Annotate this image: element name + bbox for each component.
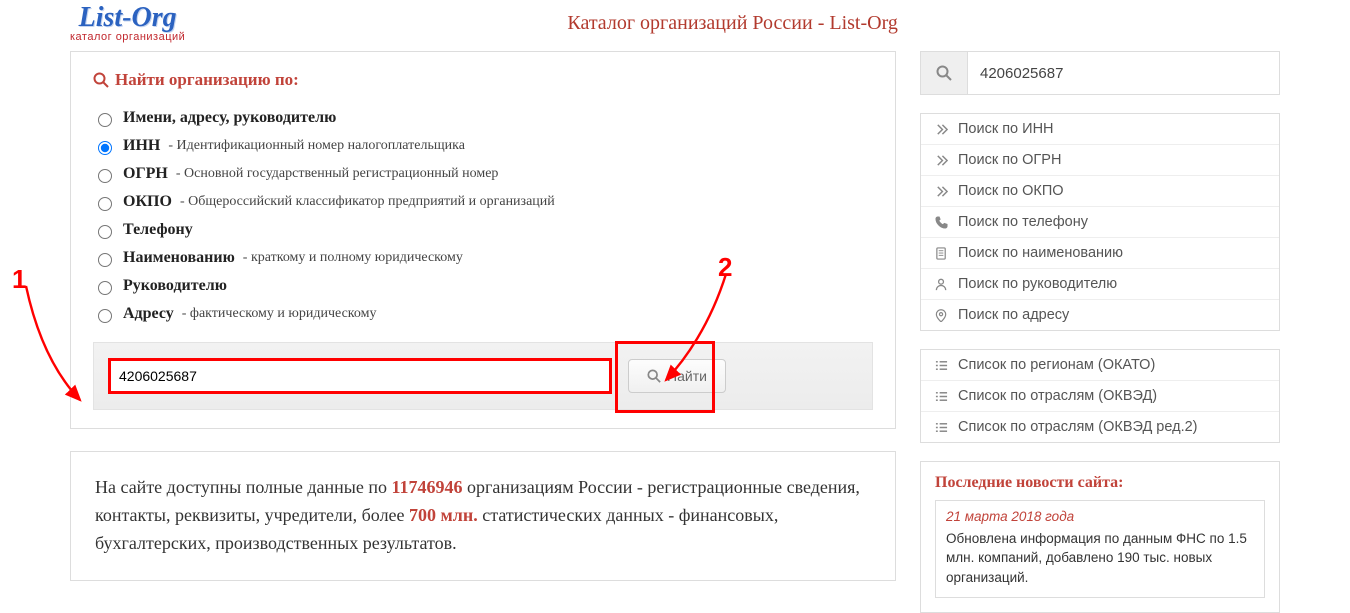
search-option-label: Адресу: [123, 305, 174, 323]
sidebar-link-label: Поиск по ОКПО: [958, 183, 1064, 199]
info-panel: На сайте доступны полные данные по 11746…: [70, 451, 896, 581]
search-option-5[interactable]: Наименованию - краткому и полному юридич…: [93, 244, 873, 272]
info-number: 11746946: [391, 477, 462, 497]
sidebar-link[interactable]: Список по отраслям (ОКВЭД ред.2): [921, 411, 1279, 442]
sidebar-link-label: Поиск по телефону: [958, 214, 1088, 230]
list-icon: [935, 421, 948, 434]
search-heading: Найти организацию по:: [93, 70, 873, 90]
list-icon: [935, 390, 948, 403]
news-body: Обновлена информация по данным ФНС по 1.…: [946, 531, 1247, 585]
news-box: Последние новости сайта: 21 марта 2018 г…: [920, 461, 1280, 613]
search-option-hint: - краткому и полному юридическому: [243, 250, 463, 266]
sidebar-link-label: Поиск по наименованию: [958, 245, 1123, 261]
search-option-hint: - Основной государственный регистрационн…: [176, 166, 499, 182]
search-option-label: Руководителю: [123, 277, 227, 295]
sidebar-link-label: Список по отраслям (ОКВЭД ред.2): [958, 419, 1198, 435]
search-icon: [936, 65, 952, 81]
search-option-label: ИНН: [123, 137, 160, 155]
search-option-hint: - Идентификационный номер налогоплательщ…: [168, 138, 465, 154]
search-option-radio[interactable]: [98, 225, 112, 239]
logo-sub: каталог организаций: [70, 32, 185, 43]
chev-icon: [935, 123, 948, 136]
news-item: 21 марта 2018 года Обновлена информация …: [935, 500, 1265, 598]
search-icon: [647, 369, 661, 383]
search-option-6[interactable]: Руководителю: [93, 272, 873, 300]
news-date: 21 марта 2018 года: [946, 507, 1254, 527]
sidebar-link[interactable]: Поиск по ОГРН: [921, 144, 1279, 175]
search-option-hint: - Общероссийский классификатор предприят…: [180, 194, 555, 210]
logo[interactable]: List-Org каталог организаций: [70, 4, 185, 43]
sidebar-link-label: Список по отраслям (ОКВЭД): [958, 388, 1157, 404]
sidebar-link-label: Поиск по руководителю: [958, 276, 1117, 292]
phone-icon: [935, 216, 948, 229]
search-option-4[interactable]: Телефону: [93, 216, 873, 244]
sidebar-search-icon-cell[interactable]: [921, 52, 968, 94]
sidebar-link[interactable]: Поиск по наименованию: [921, 237, 1279, 268]
sidebar-link[interactable]: Поиск по ОКПО: [921, 175, 1279, 206]
sidebar-link[interactable]: Поиск по адресу: [921, 299, 1279, 330]
sidebar-search-input[interactable]: [968, 52, 1279, 94]
search-bar-area: Найти: [93, 342, 873, 410]
search-icon: [93, 72, 109, 88]
search-option-label: Телефону: [123, 221, 193, 239]
sidebar-links-2: Список по регионам (ОКАТО) Список по отра…: [920, 349, 1280, 443]
sidebar-link[interactable]: Список по отраслям (ОКВЭД): [921, 380, 1279, 411]
search-heading-text: Найти организацию по:: [115, 70, 299, 90]
sidebar-search: [920, 51, 1280, 95]
logo-main: List-Org: [70, 4, 185, 32]
info-text: На сайте доступны полные данные по: [95, 477, 391, 497]
page-title: Каталог организаций России - List-Org: [185, 4, 1280, 35]
search-option-radio[interactable]: [98, 113, 112, 127]
find-button[interactable]: Найти: [628, 359, 726, 393]
sidebar-link[interactable]: Список по регионам (ОКАТО): [921, 350, 1279, 380]
user-icon: [935, 278, 948, 291]
search-option-hint: - фактическому и юридическому: [182, 306, 377, 322]
pin-icon: [935, 309, 948, 322]
main-search-input[interactable]: [110, 360, 610, 392]
search-option-2[interactable]: ОГРН - Основной государственный регистра…: [93, 160, 873, 188]
search-option-label: ОГРН: [123, 165, 168, 183]
search-option-label: ОКПО: [123, 193, 172, 211]
find-button-label: Найти: [667, 368, 707, 384]
search-option-radio[interactable]: [98, 169, 112, 183]
search-option-radio[interactable]: [98, 197, 112, 211]
search-option-label: Наименованию: [123, 249, 235, 267]
sidebar-link-label: Список по регионам (ОКАТО): [958, 357, 1155, 373]
chev-icon: [935, 185, 948, 198]
news-title: Последние новости сайта:: [935, 474, 1265, 492]
chev-icon: [935, 154, 948, 167]
list-icon: [935, 359, 948, 372]
search-option-radio[interactable]: [98, 309, 112, 323]
sidebar-link-label: Поиск по ОГРН: [958, 152, 1061, 168]
sidebar-link[interactable]: Поиск по ИНН: [921, 114, 1279, 144]
search-option-radio[interactable]: [98, 281, 112, 295]
search-panel: Найти организацию по: Имени, адресу, рук…: [70, 51, 896, 429]
sidebar-link-label: Поиск по адресу: [958, 307, 1069, 323]
doc-icon: [935, 247, 948, 260]
sidebar-links-1: Поиск по ИНН Поиск по ОГРН Поиск по ОКПО По…: [920, 113, 1280, 331]
search-option-3[interactable]: ОКПО - Общероссийский классификатор пред…: [93, 188, 873, 216]
info-number: 700 млн.: [409, 505, 478, 525]
search-option-radio[interactable]: [98, 253, 112, 267]
sidebar-link[interactable]: Поиск по руководителю: [921, 268, 1279, 299]
sidebar-link[interactable]: Поиск по телефону: [921, 206, 1279, 237]
search-option-label: Имени, адресу, руководителю: [123, 109, 336, 127]
sidebar-link-label: Поиск по ИНН: [958, 121, 1054, 137]
search-option-0[interactable]: Имени, адресу, руководителю: [93, 104, 873, 132]
search-option-radio[interactable]: [98, 141, 112, 155]
search-option-1[interactable]: ИНН - Идентификационный номер налогоплат…: [93, 132, 873, 160]
search-option-7[interactable]: Адресу - фактическому и юридическому: [93, 300, 873, 328]
